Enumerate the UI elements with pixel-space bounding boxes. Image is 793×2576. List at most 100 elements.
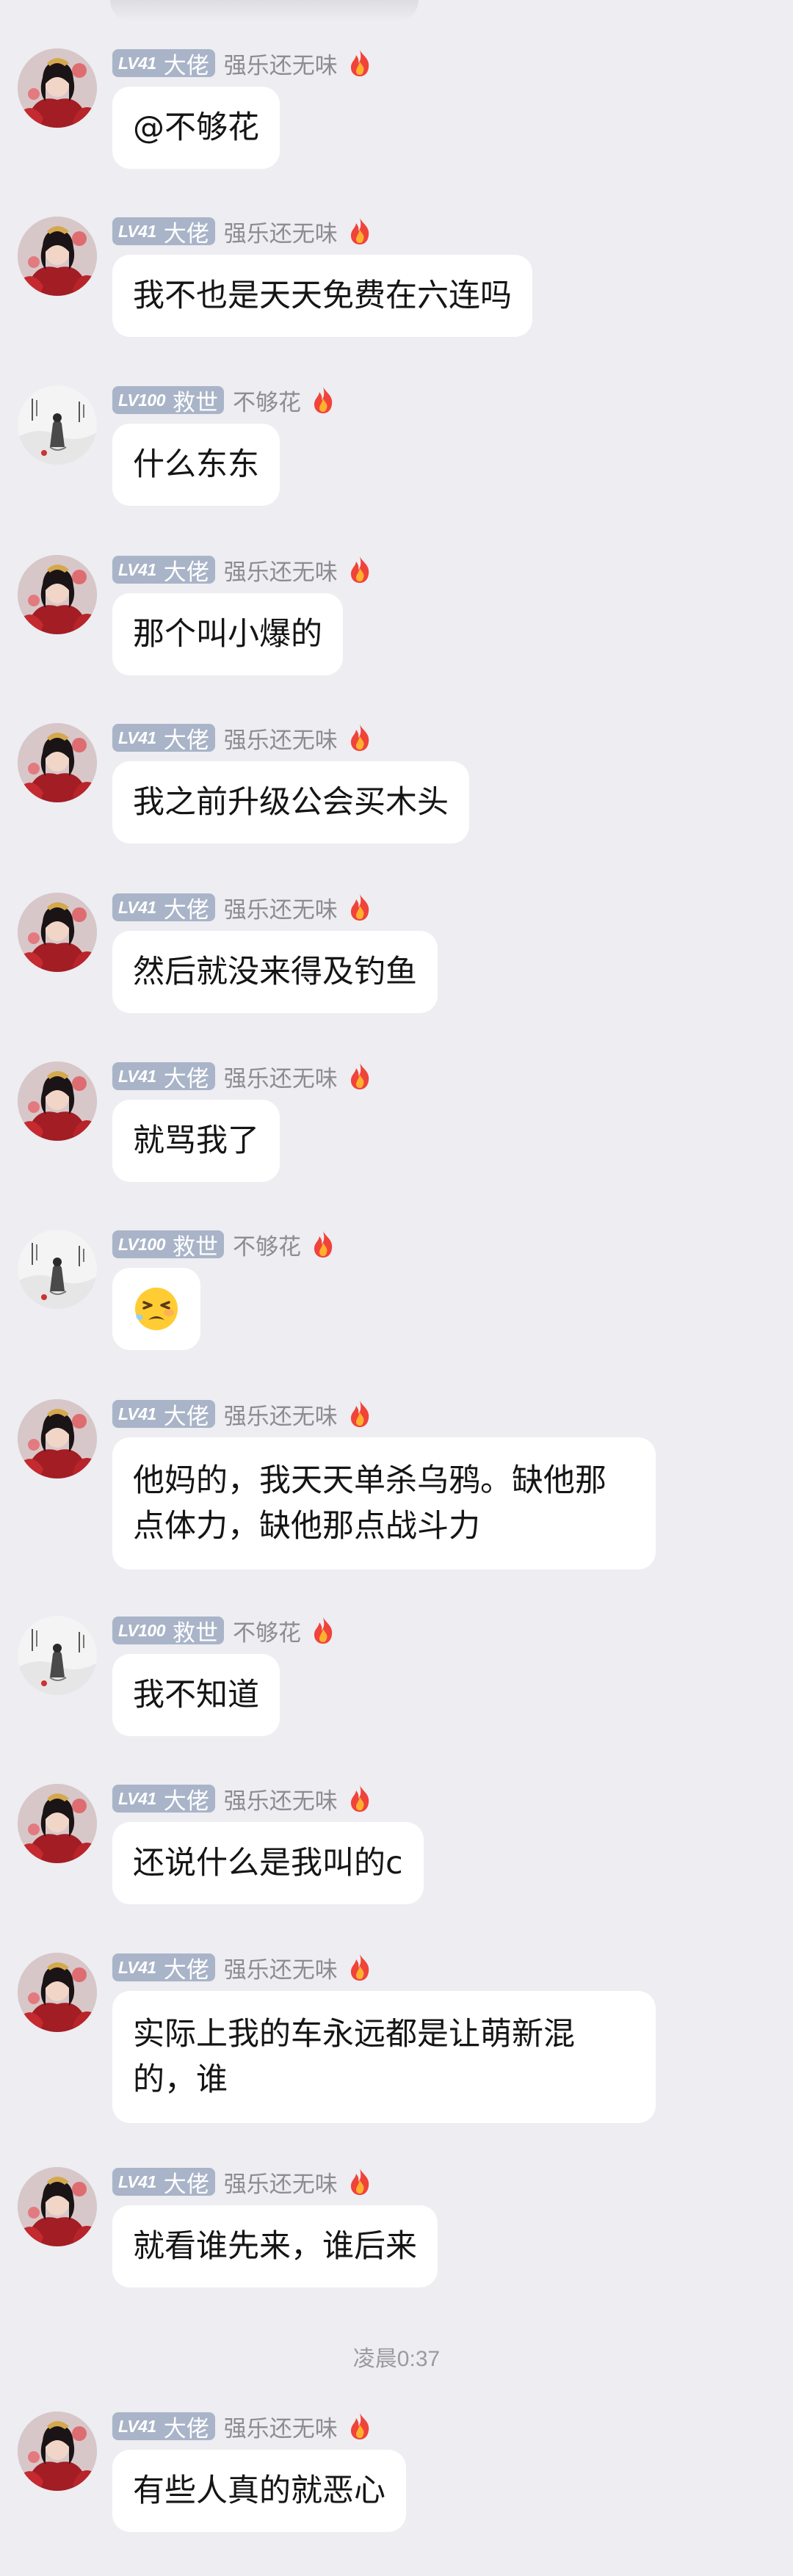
sender-name[interactable]: 强乐还无味 [224,1060,338,1093]
avatar-red-character [18,1399,97,1479]
level-badge: LV41 大佬 [112,724,215,753]
sender-name[interactable]: 强乐还无味 [224,1951,338,1984]
title-label: 大佬 [163,2171,209,2197]
level-badge: LV41 大佬 [112,2168,215,2197]
level-label: LV100 [118,1234,166,1254]
sender-meta: LV41 大佬 强乐还无味 [112,722,373,755]
avatar[interactable] [18,1784,97,1863]
message-bubble[interactable]: 我不也是天天免费在六连吗 [112,255,532,337]
fire-icon [347,1953,373,1982]
sender-meta: LV41 大佬 强乐还无味 [112,2166,373,2199]
level-label: LV41 [118,1788,156,1808]
sender-name[interactable]: 不够花 [233,384,301,417]
level-badge: LV41 大佬 [112,1785,215,1814]
title-label: 大佬 [163,1403,209,1429]
fire-icon [347,893,373,922]
message-bubble[interactable]: 实际上我的车永远都是让萌新混的，谁 [112,1991,656,2123]
sender-meta: LV41 大佬 强乐还无味 [112,215,373,248]
avatar[interactable] [18,1230,97,1309]
chat-message-list[interactable]: LV41 大佬 强乐还无味 @不够花 LV41 大佬 强乐还无味 我不也是天天免… [0,0,793,2576]
avatar-red-character [18,723,97,802]
message-bubble[interactable]: 然后就没来得及钓鱼 [112,931,438,1013]
sender-name[interactable]: 不够花 [233,1228,301,1261]
message-bubble[interactable]: 还说什么是我叫的c [112,1822,424,1904]
avatar[interactable] [18,1399,97,1479]
avatar[interactable] [18,1953,97,2032]
title-label: 大佬 [163,1788,209,1814]
fire-icon [347,723,373,752]
sender-name[interactable]: 强乐还无味 [224,215,338,248]
level-badge: LV41 大佬 [112,893,215,923]
title-label: 大佬 [163,727,209,753]
sender-meta: LV100 救世 不够花 [112,1614,336,1647]
message-bubble[interactable]: 什么东东 [112,424,280,506]
avatar-ink-painting [18,385,97,465]
sender-name[interactable]: 强乐还无味 [224,2410,338,2443]
level-label: LV41 [118,559,156,579]
sender-name[interactable]: 强乐还无味 [224,1782,338,1815]
avatar-red-character [18,1784,97,1863]
level-badge: LV41 大佬 [112,217,215,247]
sender-name[interactable]: 强乐还无味 [224,722,338,755]
avatar[interactable] [18,723,97,802]
avatar[interactable] [18,893,97,972]
title-label: 大佬 [163,220,209,247]
sender-meta: LV41 大佬 强乐还无味 [112,1951,373,1984]
fire-icon [347,1399,373,1429]
avatar[interactable] [18,555,97,634]
avatar-ink-painting [18,1616,97,1695]
level-badge: LV41 大佬 [112,556,215,585]
level-label: LV41 [118,1404,156,1423]
avatar[interactable] [18,2167,97,2246]
fire-icon [310,1616,336,1645]
emoji-bubble[interactable] [112,1268,200,1350]
level-badge: LV41 大佬 [112,1400,215,1429]
sender-meta: LV41 大佬 强乐还无味 [112,891,373,924]
avatar[interactable] [18,1062,97,1141]
message-bubble[interactable]: @不够花 [112,87,280,169]
fire-icon [347,1062,373,1091]
level-badge: LV41 大佬 [112,49,215,79]
title-label: 大佬 [163,2415,209,2442]
avatar[interactable] [18,48,97,128]
sender-name[interactable]: 不够花 [233,1614,301,1647]
level-label: LV41 [118,2172,156,2191]
avatar[interactable] [18,385,97,465]
message-bubble[interactable]: 我不知道 [112,1654,280,1736]
sender-meta: LV41 大佬 强乐还无味 [112,47,373,80]
avatar-red-character [18,893,97,972]
level-label: LV41 [118,728,156,747]
level-label: LV41 [118,2416,156,2436]
message-bubble[interactable]: 有些人真的就恶心 [112,2450,406,2532]
message-bubble[interactable]: 我之前升级公会买木头 [112,761,469,843]
avatar[interactable] [18,217,97,296]
sender-name[interactable]: 强乐还无味 [224,47,338,80]
fire-icon [347,48,373,78]
fire-icon [347,1784,373,1813]
avatar[interactable] [18,2412,97,2491]
fire-icon [347,2412,373,2441]
sender-name[interactable]: 强乐还无味 [224,1398,338,1431]
level-label: LV41 [118,897,156,917]
sender-name[interactable]: 强乐还无味 [224,2166,338,2199]
message-bubble[interactable]: 他妈的，我天天单杀乌鸦。缺他那点体力，缺他那点战斗力 [112,1437,656,1570]
sender-meta: LV41 大佬 强乐还无味 [112,1060,373,1093]
timestamp: 凌晨0:37 [352,2347,441,2371]
message-bubble[interactable]: 那个叫小爆的 [112,593,343,675]
avatar-red-character [18,555,97,634]
sender-name[interactable]: 强乐还无味 [224,891,338,924]
avatar[interactable] [18,1616,97,1695]
level-badge: LV41 大佬 [112,1062,215,1092]
fire-icon [347,2167,373,2196]
level-badge: LV100 救世 [112,1230,224,1260]
message-bubble[interactable]: 就看谁先来，谁后来 [112,2205,438,2287]
level-label: LV41 [118,221,156,241]
title-label: 大佬 [163,1956,209,1983]
message-bubble[interactable]: 就骂我了 [112,1100,280,1182]
level-badge: LV41 大佬 [112,1953,215,1983]
sender-meta: LV41 大佬 强乐还无味 [112,1782,373,1815]
sender-name[interactable]: 强乐还无味 [224,554,338,587]
avatar-red-character [18,1062,97,1141]
title-label: 大佬 [163,896,209,923]
fire-icon [347,555,373,584]
